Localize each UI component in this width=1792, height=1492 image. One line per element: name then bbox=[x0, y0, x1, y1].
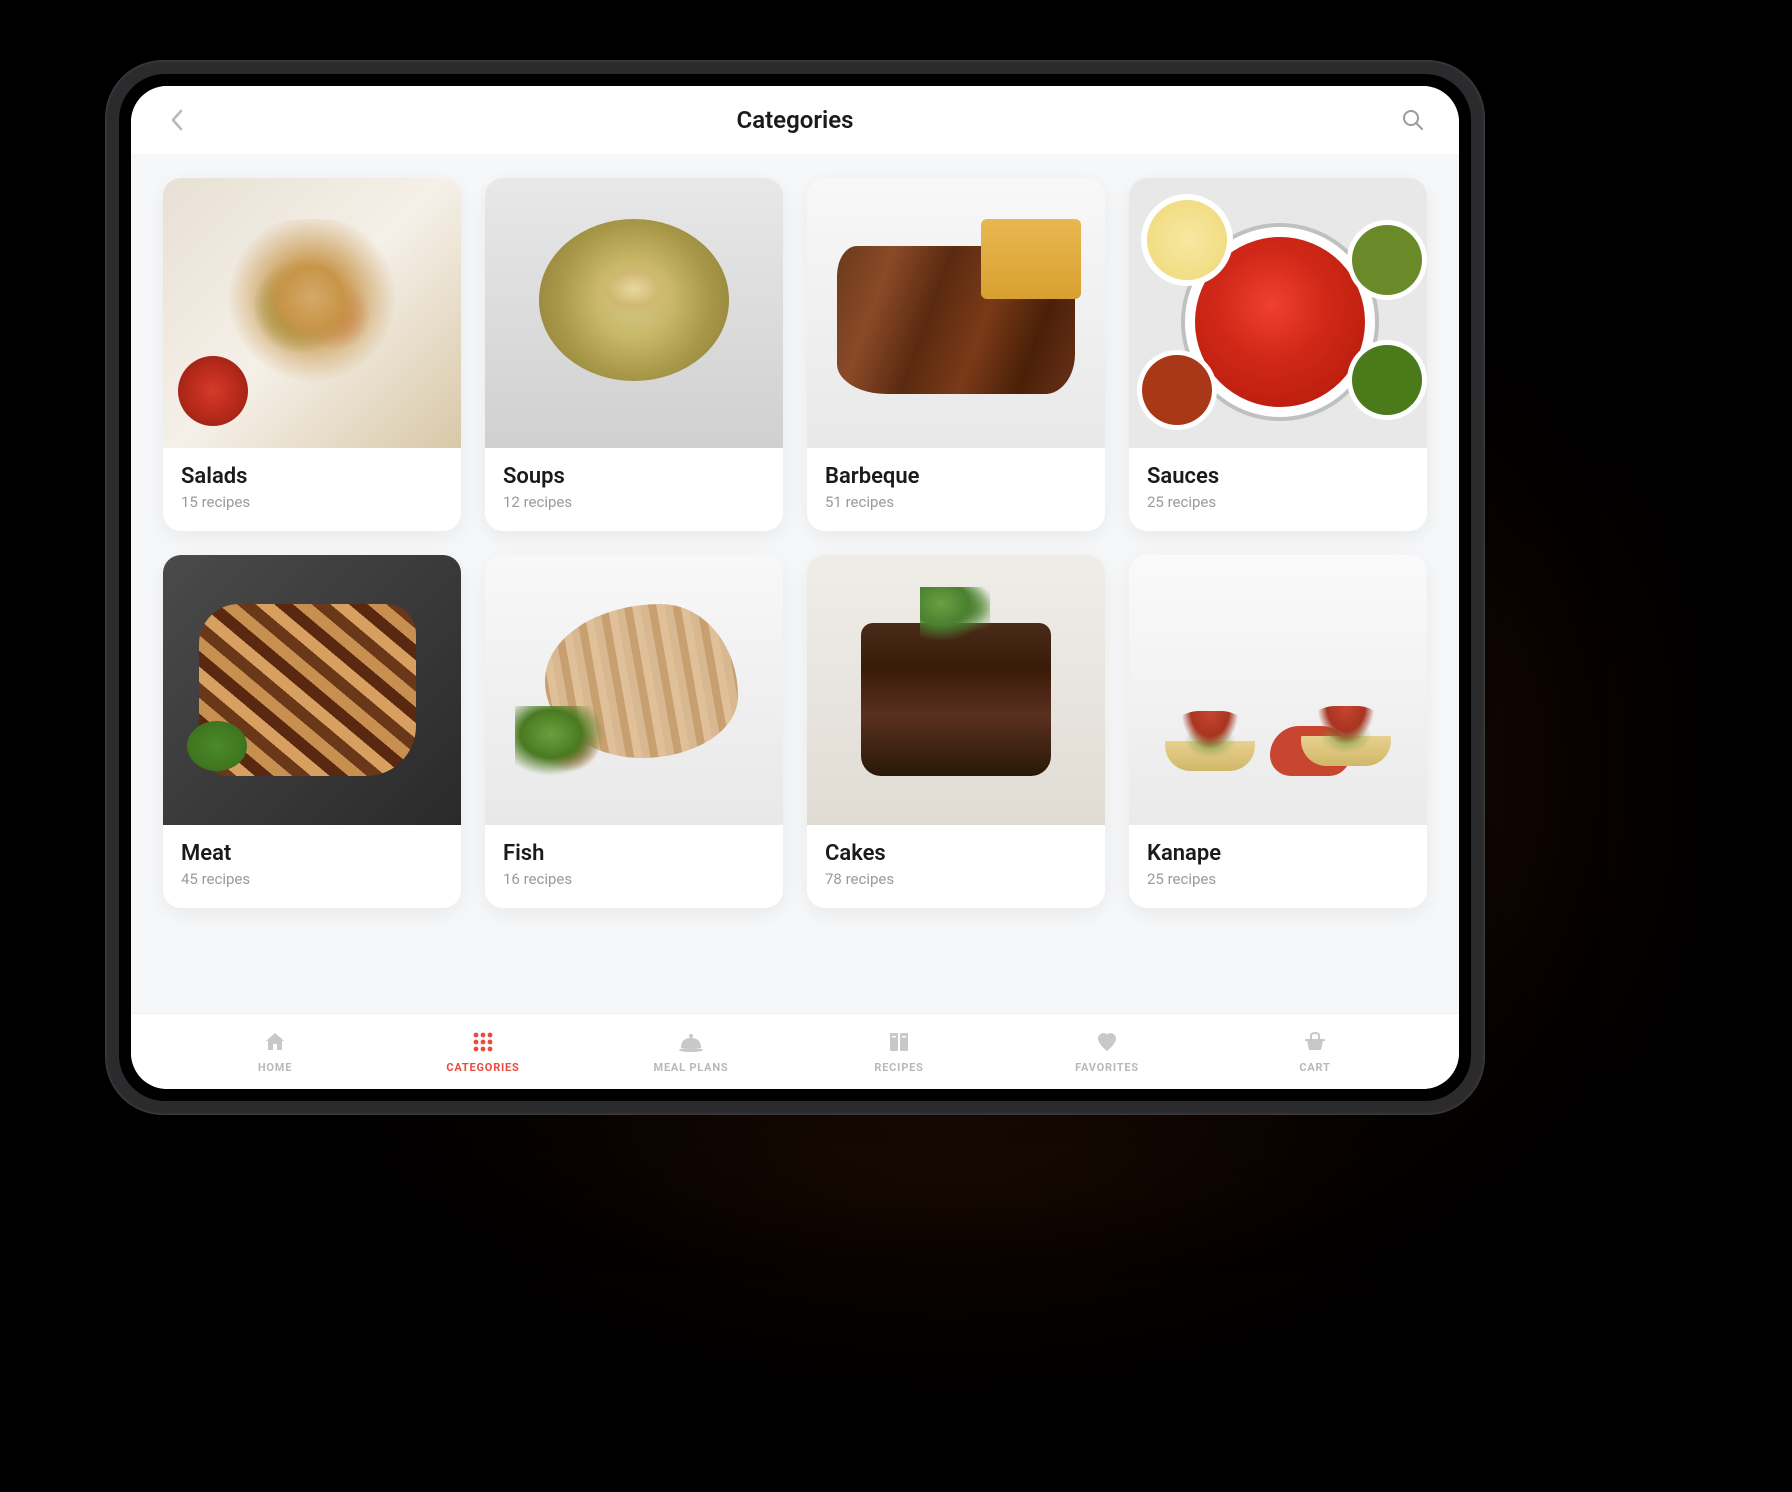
tab-recipes[interactable]: RECIPES bbox=[849, 1029, 949, 1074]
tablet-frame: Categories Salads 15 recipes bbox=[105, 60, 1485, 1115]
category-image-fish bbox=[485, 555, 783, 825]
category-recipe-count: 78 recipes bbox=[825, 870, 1087, 888]
back-button[interactable] bbox=[159, 102, 195, 138]
card-body: Kanape 25 recipes bbox=[1129, 825, 1427, 908]
category-recipe-count: 15 recipes bbox=[181, 493, 443, 511]
category-recipe-count: 25 recipes bbox=[1147, 493, 1409, 511]
category-title: Cakes bbox=[825, 841, 1087, 866]
category-card-meat[interactable]: Meat 45 recipes bbox=[163, 555, 461, 908]
app-screen: Categories Salads 15 recipes bbox=[131, 86, 1459, 1089]
category-card-soups[interactable]: Soups 12 recipes bbox=[485, 178, 783, 531]
category-card-sauces[interactable]: Sauces 25 recipes bbox=[1129, 178, 1427, 531]
page-title: Categories bbox=[737, 106, 854, 134]
category-image-kanape bbox=[1129, 555, 1427, 825]
home-icon bbox=[262, 1029, 288, 1055]
basket-icon bbox=[1302, 1029, 1328, 1055]
category-card-fish[interactable]: Fish 16 recipes bbox=[485, 555, 783, 908]
search-icon bbox=[1401, 108, 1425, 132]
category-card-barbeque[interactable]: Barbeque 51 recipes bbox=[807, 178, 1105, 531]
grid-icon bbox=[470, 1029, 496, 1055]
category-image-soups bbox=[485, 178, 783, 448]
tab-meal-plans[interactable]: MEAL PLANS bbox=[641, 1029, 741, 1074]
card-body: Sauces 25 recipes bbox=[1129, 448, 1427, 531]
category-card-kanape[interactable]: Kanape 25 recipes bbox=[1129, 555, 1427, 908]
card-body: Soups 12 recipes bbox=[485, 448, 783, 531]
chevron-left-icon bbox=[169, 108, 185, 132]
category-recipe-count: 25 recipes bbox=[1147, 870, 1409, 888]
category-recipe-count: 51 recipes bbox=[825, 493, 1087, 511]
category-title: Soups bbox=[503, 464, 765, 489]
tab-bar: HOME CATEGORIES bbox=[131, 1013, 1459, 1089]
card-body: Barbeque 51 recipes bbox=[807, 448, 1105, 531]
tab-label: RECIPES bbox=[874, 1061, 923, 1074]
category-image-salads bbox=[163, 178, 461, 448]
heart-icon bbox=[1094, 1029, 1120, 1055]
tablet-bezel: Categories Salads 15 recipes bbox=[119, 74, 1471, 1101]
book-icon bbox=[886, 1029, 912, 1055]
category-recipe-count: 16 recipes bbox=[503, 870, 765, 888]
category-image-meat bbox=[163, 555, 461, 825]
category-image-barbeque bbox=[807, 178, 1105, 448]
tab-label: MEAL PLANS bbox=[654, 1061, 729, 1074]
tab-label: HOME bbox=[258, 1061, 292, 1074]
tab-favorites[interactable]: FAVORITES bbox=[1057, 1029, 1157, 1074]
category-title: Salads bbox=[181, 464, 443, 489]
categories-grid: Salads 15 recipes Soups 12 recipes bbox=[163, 178, 1427, 908]
card-body: Cakes 78 recipes bbox=[807, 825, 1105, 908]
card-body: Fish 16 recipes bbox=[485, 825, 783, 908]
category-title: Sauces bbox=[1147, 464, 1409, 489]
category-title: Barbeque bbox=[825, 464, 1087, 489]
category-title: Kanape bbox=[1147, 841, 1409, 866]
card-body: Salads 15 recipes bbox=[163, 448, 461, 531]
tab-label: CART bbox=[1299, 1061, 1330, 1074]
search-button[interactable] bbox=[1395, 102, 1431, 138]
category-recipe-count: 45 recipes bbox=[181, 870, 443, 888]
category-card-salads[interactable]: Salads 15 recipes bbox=[163, 178, 461, 531]
cloche-icon bbox=[678, 1029, 704, 1055]
category-recipe-count: 12 recipes bbox=[503, 493, 765, 511]
tab-home[interactable]: HOME bbox=[225, 1029, 325, 1074]
card-body: Meat 45 recipes bbox=[163, 825, 461, 908]
category-image-cakes bbox=[807, 555, 1105, 825]
header-bar: Categories bbox=[131, 86, 1459, 154]
category-title: Meat bbox=[181, 841, 443, 866]
tab-cart[interactable]: CART bbox=[1265, 1029, 1365, 1074]
category-title: Fish bbox=[503, 841, 765, 866]
tab-label: FAVORITES bbox=[1075, 1061, 1139, 1074]
category-image-sauces bbox=[1129, 178, 1427, 448]
content-area: Salads 15 recipes Soups 12 recipes bbox=[131, 154, 1459, 1013]
tab-categories[interactable]: CATEGORIES bbox=[433, 1029, 533, 1074]
tab-label: CATEGORIES bbox=[446, 1061, 519, 1074]
category-card-cakes[interactable]: Cakes 78 recipes bbox=[807, 555, 1105, 908]
